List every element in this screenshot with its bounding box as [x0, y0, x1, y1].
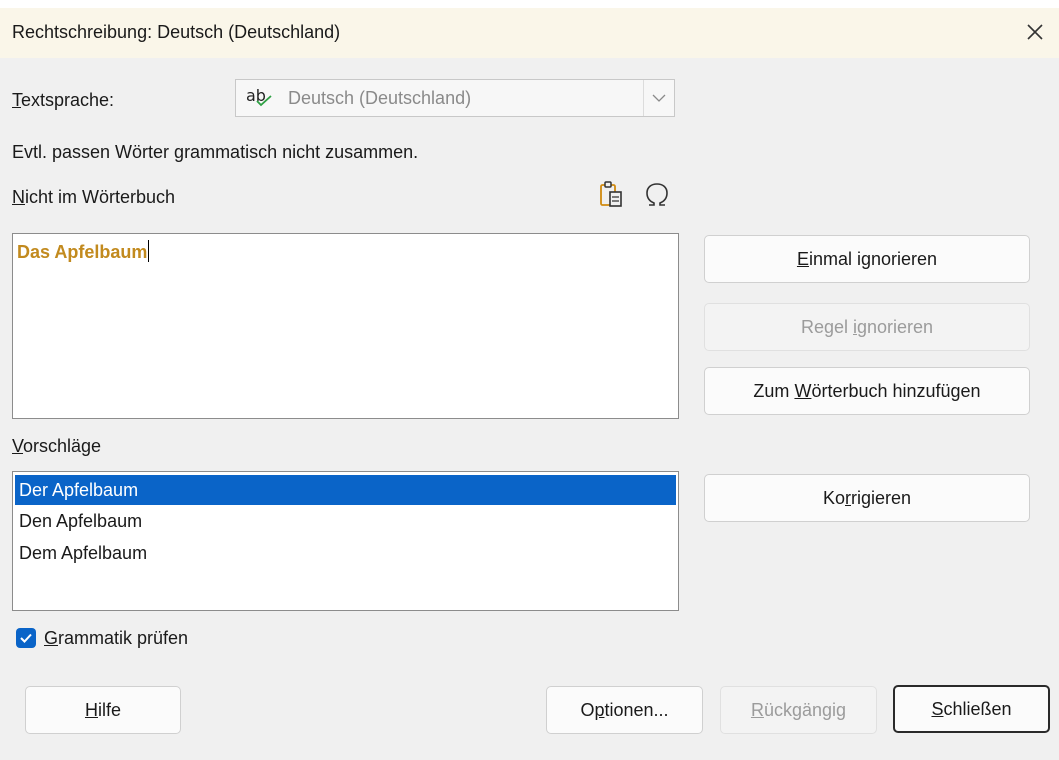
grammar-hint: Evtl. passen Wörter grammatisch nicht zu… — [12, 142, 419, 162]
suggestion-item[interactable]: Der Apfelbaum — [15, 475, 676, 505]
checkmark-icon — [20, 633, 32, 643]
error-sentence: Das Apfelbaum — [17, 240, 150, 262]
suggestion-item[interactable]: Dem Apfelbaum — [15, 538, 676, 568]
undo-button[interactable]: Rückgängig — [720, 686, 877, 734]
check-grammar-checkbox[interactable] — [16, 628, 36, 648]
ignore-rule-button[interactable]: Regel ignorieren — [704, 303, 1030, 351]
special-character-icon[interactable] — [640, 178, 674, 212]
ignore-once-button[interactable]: Einmal ignorieren — [704, 235, 1030, 283]
text-caret — [148, 240, 150, 262]
add-to-dictionary-button[interactable]: Zum Wörterbuch hinzufügen — [704, 367, 1030, 415]
options-button[interactable]: Optionen... — [546, 686, 703, 734]
close-icon[interactable] — [1023, 20, 1047, 44]
correct-button[interactable]: Korrigieren — [704, 474, 1030, 522]
suggestions-label: Vorschläge — [12, 436, 102, 456]
close-button[interactable]: Schließen — [893, 685, 1050, 733]
title-bar: Rechtschreibung: Deutsch (Deutschland) — [0, 8, 1059, 58]
chevron-down-icon[interactable] — [643, 80, 674, 116]
help-button[interactable]: Hilfe — [25, 686, 181, 734]
spelling-dialog: Rechtschreibung: Deutsch (Deutschland) T… — [0, 8, 1059, 760]
check-grammar-label[interactable]: Grammatik prüfen — [44, 628, 188, 649]
dialog-title: Rechtschreibung: Deutsch (Deutschland) — [12, 22, 341, 42]
suggestions-list[interactable]: Der Apfelbaum Den Apfelbaum Dem Apfelbau… — [12, 471, 679, 611]
check-icon — [256, 95, 272, 107]
text-language-label: Textsprache: — [12, 90, 115, 110]
not-in-dictionary-label: Nicht im Wörterbuch — [12, 187, 176, 207]
paste-icon[interactable] — [595, 178, 629, 212]
text-language-select[interactable]: ab Deutsch (Deutschland) — [235, 79, 675, 117]
text-language-value: Deutsch (Deutschland) — [288, 88, 472, 108]
suggestion-item[interactable]: Den Apfelbaum — [15, 506, 676, 536]
not-in-dictionary-textbox[interactable]: Das Apfelbaum — [12, 233, 679, 419]
